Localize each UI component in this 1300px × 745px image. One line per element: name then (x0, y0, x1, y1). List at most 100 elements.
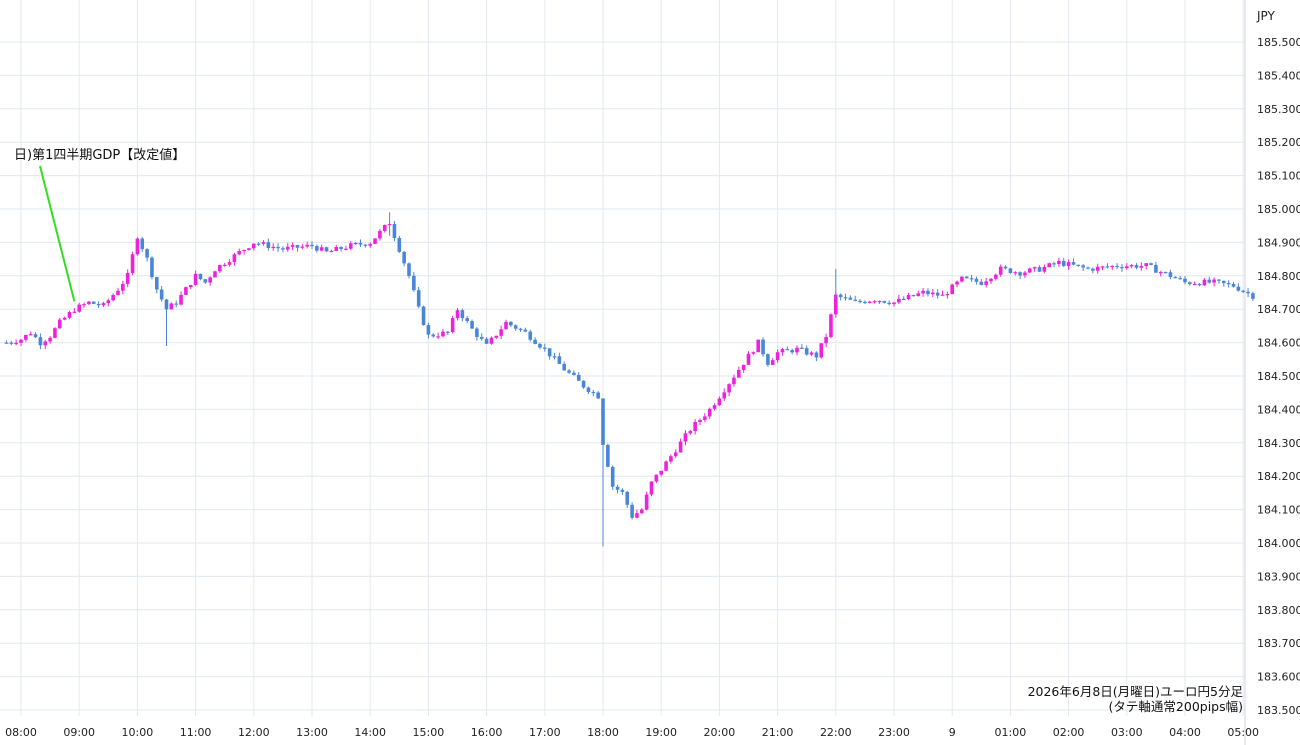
candle-body (931, 292, 935, 295)
candle-body (373, 238, 377, 244)
candle-body (96, 303, 101, 306)
y-tick-label: 183.900 (1257, 570, 1300, 583)
candle-body (872, 301, 877, 303)
candle-body (974, 278, 979, 282)
candle-body (1105, 266, 1110, 268)
candle-body (1120, 267, 1124, 269)
y-tick-label: 184.900 (1257, 236, 1300, 249)
candle-body (344, 248, 348, 250)
candle-body (53, 328, 57, 338)
candle-body (707, 408, 712, 417)
candle-body (203, 279, 208, 283)
candle-body (237, 251, 242, 255)
candle-body (1061, 260, 1066, 266)
candle-body (33, 334, 38, 338)
candle-body (630, 504, 634, 518)
candle-body (475, 328, 479, 337)
candle-body (227, 262, 232, 265)
candle-body (174, 303, 178, 305)
candle-body (285, 246, 290, 250)
candle-body (106, 300, 111, 304)
candlestick-chart: 日)第1四半期GDP【改定値】 185.500185.400185.300185… (0, 0, 1300, 745)
candle-body (746, 353, 751, 365)
candle-body (310, 244, 314, 247)
candle-body (795, 347, 799, 353)
candle-body (261, 242, 266, 244)
candle-body (470, 321, 474, 329)
grid (0, 0, 1246, 745)
candle-body (669, 456, 673, 462)
candle-body (761, 339, 765, 355)
candle-body (940, 294, 945, 296)
candle-body (1246, 291, 1250, 294)
candle-body (538, 343, 542, 348)
x-tick-label: 22:00 (820, 726, 852, 739)
candle-body (877, 300, 882, 303)
candle-body (1129, 265, 1134, 267)
candle-body (421, 306, 426, 326)
candle-body (208, 277, 212, 283)
x-tick-label: 12:00 (238, 726, 270, 739)
candle-body (1241, 290, 1245, 292)
candle-body (659, 470, 663, 475)
candle-body (62, 317, 67, 320)
candle-body (935, 292, 940, 296)
y-tick-label: 184.600 (1257, 337, 1300, 350)
candle-body (140, 238, 145, 250)
candle-body (1071, 262, 1076, 265)
candle-body (130, 254, 135, 273)
candle-body (994, 274, 998, 279)
candle-body (625, 491, 630, 505)
candle-body (1144, 263, 1148, 266)
candle-body (1052, 263, 1056, 265)
candle-body (450, 318, 455, 333)
candle-body (426, 325, 431, 335)
candle-body (334, 246, 339, 251)
candle-body (678, 441, 683, 453)
candle-body (979, 281, 984, 285)
x-tick-label: 02:00 (1053, 726, 1085, 739)
y-tick-label: 183.700 (1257, 637, 1300, 650)
candle-body (349, 243, 353, 249)
candle-body (484, 338, 489, 344)
candle-body (863, 301, 867, 304)
candle-body (412, 275, 416, 291)
candle-body (402, 251, 406, 264)
candle-body (664, 461, 668, 471)
y-tick-label: 185.100 (1257, 170, 1300, 183)
candle-body (363, 244, 368, 246)
x-tick-label: 17:00 (529, 726, 561, 739)
candle-body (547, 348, 552, 357)
candle-body (315, 246, 319, 251)
candle-body (58, 319, 62, 329)
y-tick-label: 185.500 (1257, 36, 1300, 49)
candle-body (4, 342, 9, 344)
annotation-pointer-line (39, 165, 76, 302)
candle-body (111, 295, 115, 301)
candle-body (121, 283, 125, 291)
candle-body (1018, 272, 1022, 276)
candle-body (305, 244, 309, 247)
candle-body (901, 298, 906, 301)
candle-body (586, 387, 591, 393)
candle-body (998, 266, 1003, 275)
y-tick-label: 184.800 (1257, 270, 1300, 283)
candle-body (984, 281, 988, 285)
candle-body (324, 247, 329, 252)
candle-body (353, 242, 358, 245)
candle-body (581, 380, 586, 388)
candle-body (1023, 272, 1027, 276)
candle-body (19, 339, 23, 343)
candle-body (1003, 266, 1008, 269)
candle-body (416, 290, 421, 307)
candle-body (242, 249, 246, 252)
candle-body (431, 334, 436, 337)
candle-body (125, 272, 130, 284)
candle-body (964, 276, 969, 279)
candle-body (800, 347, 804, 349)
candle-body (1134, 265, 1139, 268)
candle-body (838, 294, 843, 298)
candle-body (1192, 283, 1197, 286)
x-tick-label: 08:00 (5, 726, 37, 739)
candle-body (620, 489, 625, 492)
